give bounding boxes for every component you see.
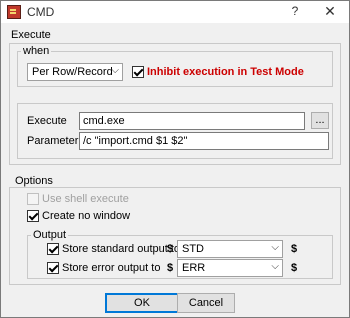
chevron-down-icon: ⌵ — [271, 261, 279, 272]
stdout-suffix: $ — [291, 243, 298, 255]
store-stdout-checkbox[interactable] — [47, 243, 59, 255]
stderr-variable-value: ERR — [182, 262, 206, 274]
chevron-down-icon: ⌵ — [111, 65, 119, 76]
use-shell-execute-label: Use shell execute — [42, 193, 129, 205]
stdout-variable-value: STD — [182, 243, 204, 255]
browse-button[interactable]: ... — [311, 112, 329, 129]
options-group-label: Options — [15, 175, 53, 187]
stdout-prefix: $ — [167, 243, 174, 255]
create-no-window-label: Create no window — [42, 210, 131, 222]
chevron-down-icon: ⌵ — [271, 242, 279, 253]
store-stderr-checkbox[interactable] — [47, 262, 59, 274]
store-stderr-label: Store error output to — [62, 262, 161, 274]
create-no-window-checkbox[interactable] — [27, 210, 39, 222]
app-icon — [7, 5, 21, 19]
execution-mode-value: Per Row/Record — [32, 66, 113, 78]
inhibit-test-mode-checkbox[interactable] — [132, 66, 144, 78]
execute-input[interactable]: cmd.exe — [79, 112, 305, 130]
ok-button[interactable]: OK — [105, 293, 179, 313]
stderr-suffix: $ — [291, 262, 298, 274]
execute-group-label: Execute — [11, 29, 51, 41]
cancel-button[interactable]: Cancel — [177, 293, 235, 313]
parameter-label: Parameter — [27, 135, 79, 147]
cmd-dialog: CMD ? ✕ Execute when Per Row/Record ⌵ In… — [0, 0, 350, 318]
use-shell-execute-checkbox[interactable] — [27, 193, 39, 205]
stderr-variable-select[interactable]: ERR ⌵ — [177, 259, 283, 277]
execution-mode-select[interactable]: Per Row/Record ⌵ — [27, 63, 123, 81]
help-button[interactable]: ? — [287, 4, 303, 20]
execute-label: Execute — [27, 115, 67, 127]
window-title: CMD — [27, 5, 55, 19]
inhibit-test-mode-label: Inhibit execution in Test Mode — [147, 66, 304, 78]
output-group-label: Output — [31, 229, 69, 241]
stdout-variable-select[interactable]: STD ⌵ — [177, 240, 283, 258]
close-button[interactable]: ✕ — [321, 3, 339, 21]
store-stdout-label: Store standard output to — [62, 243, 181, 255]
title-bar: CMD ? ✕ — [1, 1, 349, 23]
parameter-input[interactable]: /c "import.cmd $1 $2" — [79, 132, 329, 150]
stderr-prefix: $ — [167, 262, 174, 274]
when-group-label: when — [21, 45, 52, 57]
